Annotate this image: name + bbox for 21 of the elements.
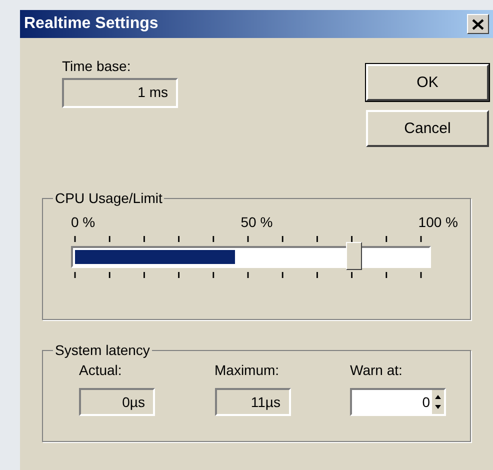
- field-label: Warn at:: [350, 362, 404, 378]
- slider-thumb[interactable]: [346, 242, 362, 270]
- close-button[interactable]: [467, 14, 489, 34]
- field-label: Actual:: [79, 362, 123, 378]
- group-title: System latency: [54, 342, 151, 358]
- scale-label: 100 %: [418, 214, 458, 230]
- scale-label: 50 %: [240, 214, 273, 230]
- scale-label: 0 %: [71, 214, 96, 230]
- spin-field[interactable]: 0: [350, 388, 446, 416]
- field-label: Maximum:: [214, 362, 280, 378]
- up-arrow-icon[interactable]: [432, 393, 444, 402]
- dialog-button[interactable]: Cancel: [366, 110, 489, 147]
- readout-field: 0µs: [79, 388, 155, 416]
- time-base-label: Time base:: [62, 58, 132, 74]
- close-icon: [472, 18, 484, 30]
- down-arrow-icon[interactable]: [432, 402, 444, 411]
- window-title: Realtime Settings: [24, 15, 158, 33]
- time-base-field: 1 ms: [62, 78, 178, 108]
- group-title: CPU Usage/Limit: [54, 190, 164, 206]
- readout-field: 11µs: [214, 388, 290, 416]
- dialog-button[interactable]: OK: [366, 64, 489, 101]
